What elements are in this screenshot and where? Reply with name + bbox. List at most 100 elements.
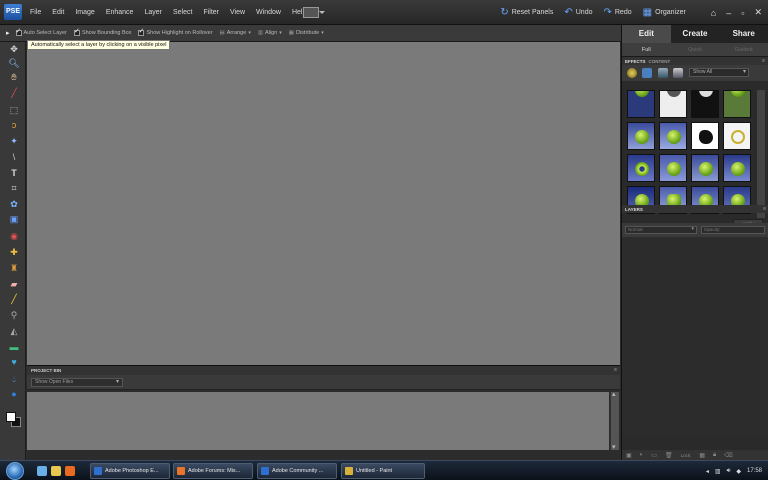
arrange-dropdown[interactable]: ▤ Arrange ▾ bbox=[220, 30, 251, 36]
effect-thumbnail[interactable] bbox=[691, 154, 719, 182]
show-highlight-checkbox[interactable]: Show Highlight on Rollover bbox=[138, 27, 213, 36]
taskbar-button-community[interactable]: Adobe Community ... bbox=[257, 463, 337, 479]
menu-select[interactable]: Select bbox=[173, 9, 192, 16]
lasso-tool-icon[interactable]: ↄ bbox=[8, 120, 20, 131]
menu-image[interactable]: Image bbox=[75, 9, 94, 16]
magic-wand-tool-icon[interactable]: ✦ bbox=[8, 136, 20, 147]
show-open-files-dropdown[interactable]: Show Open Files bbox=[31, 378, 123, 387]
effects-scrollbar[interactable] bbox=[757, 90, 765, 218]
effect-thumbnail[interactable] bbox=[723, 90, 751, 118]
hand-tool-icon[interactable]: ✋︎ bbox=[8, 72, 20, 83]
effect-thumbnail[interactable] bbox=[691, 90, 719, 118]
project-bin-scrollbar[interactable] bbox=[610, 390, 619, 451]
paint-bucket-tool-icon[interactable]: ◭ bbox=[8, 326, 20, 337]
effect-thumbnail[interactable] bbox=[659, 122, 687, 150]
organizer-button[interactable]: ▦ Organizer bbox=[643, 7, 686, 18]
move-tool-icon[interactable]: ✥ bbox=[8, 44, 20, 55]
menu-edit[interactable]: Edit bbox=[52, 9, 64, 16]
menu-view[interactable]: View bbox=[230, 9, 245, 16]
eraser-tool-icon[interactable]: ▰ bbox=[8, 279, 20, 290]
folder-icon[interactable] bbox=[51, 466, 61, 476]
type-tool-icon[interactable]: T bbox=[8, 168, 20, 179]
marquee-tool-icon[interactable]: ⬚ bbox=[8, 105, 20, 116]
workspace-layout-button[interactable] bbox=[303, 7, 325, 18]
document-canvas-area[interactable] bbox=[27, 42, 620, 365]
project-bin-area[interactable] bbox=[27, 392, 609, 450]
clock[interactable]: 17:58 bbox=[747, 468, 762, 474]
layer-styles-icon[interactable] bbox=[642, 68, 652, 78]
opacity-field[interactable]: Opacity: bbox=[701, 226, 765, 234]
lock-all-icon[interactable]: 🔒︎ bbox=[713, 452, 716, 459]
effect-thumbnail[interactable] bbox=[723, 122, 751, 150]
straighten-tool-icon[interactable]: ▣ bbox=[8, 214, 20, 225]
redo-button[interactable]: ↷ Redo bbox=[603, 7, 631, 18]
close-icon[interactable]: ✕ bbox=[754, 7, 762, 18]
trash-icon[interactable]: ⌫ bbox=[724, 452, 732, 459]
taskbar-button-paint[interactable]: Untitled - Paint bbox=[341, 463, 425, 479]
minimize-icon[interactable]: – bbox=[726, 8, 731, 18]
menu-file[interactable]: File bbox=[30, 9, 41, 16]
shape-tool-icon[interactable]: ♥ bbox=[8, 357, 20, 368]
effect-thumbnail[interactable] bbox=[627, 90, 655, 118]
blur-tool-icon[interactable]: 💧︎ bbox=[8, 374, 20, 385]
effect-thumbnail[interactable] bbox=[691, 122, 719, 150]
red-eye-tool-icon[interactable]: ◉ bbox=[8, 231, 20, 242]
volume-icon[interactable]: 🔊︎ bbox=[727, 468, 731, 475]
effect-thumbnail[interactable] bbox=[659, 154, 687, 182]
effect-thumbnail[interactable] bbox=[627, 122, 655, 150]
layers-list[interactable] bbox=[622, 237, 768, 435]
home-icon[interactable]: ⌂ bbox=[711, 8, 716, 18]
effect-thumbnail[interactable] bbox=[659, 90, 687, 118]
tab-content[interactable]: CONTENT bbox=[649, 59, 671, 64]
selection-brush-tool-icon[interactable]: \ bbox=[8, 152, 20, 163]
zoom-tool-icon[interactable]: 🔍︎ bbox=[8, 58, 20, 69]
tab-guided[interactable]: Guided bbox=[719, 43, 768, 56]
gradient-tool-icon[interactable]: ▬ bbox=[8, 342, 20, 353]
tab-create[interactable]: Create bbox=[671, 25, 720, 43]
cookie-cutter-tool-icon[interactable]: ✿ bbox=[8, 199, 20, 210]
menu-filter[interactable]: Filter bbox=[203, 9, 219, 16]
taskbar-button-photoshop[interactable]: Adobe Photoshop E... bbox=[90, 463, 170, 479]
delete-layer-icon[interactable]: 🗑︎ bbox=[665, 452, 673, 459]
clone-stamp-tool-icon[interactable]: ♜ bbox=[8, 263, 20, 274]
photo-effects-icon[interactable] bbox=[658, 68, 668, 78]
new-layer-icon[interactable]: ▣ bbox=[626, 452, 632, 459]
reset-panels-button[interactable]: ↻ Reset Panels bbox=[500, 7, 553, 18]
distribute-dropdown[interactable]: ▦ Distribute ▾ bbox=[289, 30, 324, 36]
tab-effects[interactable]: EFFECTS bbox=[625, 59, 646, 64]
filters-icon[interactable] bbox=[627, 68, 637, 78]
crop-tool-icon[interactable]: ⌗ bbox=[8, 183, 20, 194]
effects-filter-dropdown[interactable]: Show All bbox=[689, 68, 749, 77]
foreground-color-swatch[interactable] bbox=[6, 412, 16, 422]
panel-menu-icon[interactable]: ≡ bbox=[762, 58, 765, 64]
show-desktop-icon[interactable] bbox=[37, 466, 47, 476]
align-dropdown[interactable]: ▥ Align ▾ bbox=[258, 30, 282, 36]
effect-thumbnail[interactable] bbox=[723, 154, 751, 182]
spot-healing-tool-icon[interactable]: ✚ bbox=[8, 247, 20, 258]
maximize-icon[interactable]: ▫ bbox=[741, 8, 744, 18]
auto-select-layer-checkbox[interactable]: Auto Select Layer bbox=[15, 27, 67, 36]
all-effects-icon[interactable] bbox=[673, 68, 683, 78]
brush-tool-icon[interactable]: ╱ bbox=[8, 294, 20, 305]
show-bounding-box-checkbox[interactable]: Show Bounding Box bbox=[73, 27, 131, 36]
menu-enhance[interactable]: Enhance bbox=[106, 9, 134, 16]
mask-icon[interactable]: ▭ bbox=[651, 452, 657, 459]
eyedropper-tool-icon[interactable]: ╱ bbox=[8, 88, 20, 99]
tab-quick[interactable]: Quick bbox=[671, 43, 720, 56]
effect-thumbnail[interactable] bbox=[627, 154, 655, 182]
adjustment-layer-icon[interactable]: ◐ bbox=[640, 452, 644, 458]
lock-transparent-icon[interactable]: ▦ bbox=[699, 452, 705, 459]
blend-mode-dropdown[interactable]: Normal bbox=[625, 226, 697, 234]
network-icon[interactable]: ▥ bbox=[715, 468, 721, 475]
tab-full[interactable]: Full bbox=[622, 43, 671, 56]
tab-share[interactable]: Share bbox=[719, 25, 768, 43]
tab-edit[interactable]: Edit bbox=[622, 25, 671, 43]
firefox-icon[interactable] bbox=[65, 466, 75, 476]
panel-menu-icon[interactable]: ≡ bbox=[763, 206, 766, 212]
undo-button[interactable]: ↶ Undo bbox=[564, 7, 592, 18]
menu-layer[interactable]: Layer bbox=[144, 9, 162, 16]
smart-brush-tool-icon[interactable]: ⚲ bbox=[8, 310, 20, 321]
language-icon[interactable]: ◆ bbox=[736, 468, 741, 475]
arrow-icon[interactable]: ◂ bbox=[706, 468, 709, 475]
menu-window[interactable]: Window bbox=[256, 9, 281, 16]
